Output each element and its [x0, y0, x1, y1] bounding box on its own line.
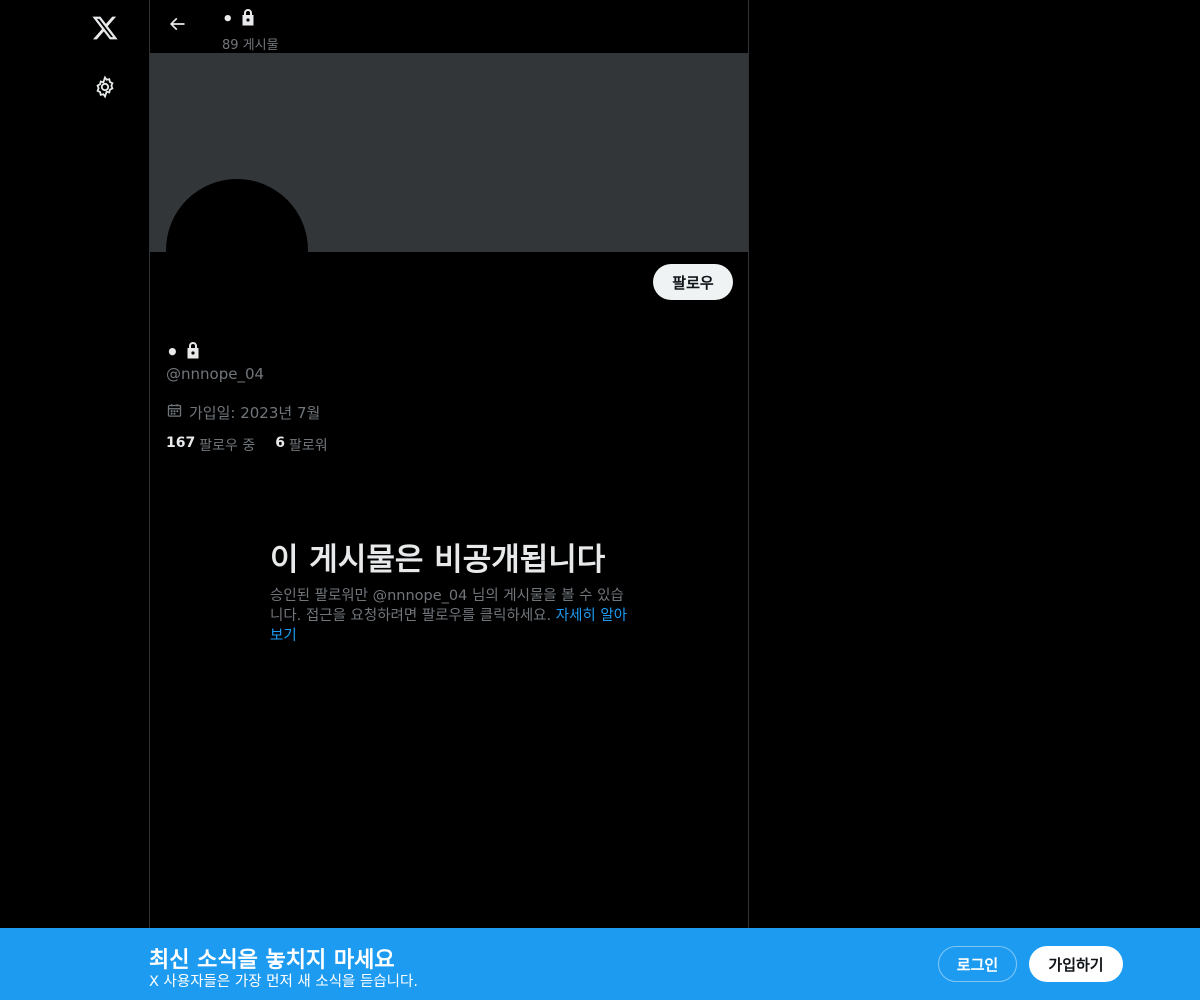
profile-column: • 89 게시물 팔로우 • @nnnope_04 가입일: 2023년 7월 … [149, 0, 749, 1000]
profile-display-name: • [166, 340, 201, 364]
private-title: 이 게시물은 비공개됩니다 [270, 542, 606, 578]
profile-header-bar: • 89 게시물 [150, 0, 748, 53]
signup-prompt-subtitle: X 사용자들은 가장 먼저 새 소식을 듣습니다. [149, 974, 418, 990]
calendar-icon [166, 402, 183, 423]
followers-label: 팔로워 [288, 438, 328, 454]
lock-icon [240, 8, 256, 31]
signup-prompt-bar: 최신 소식을 놓치지 마세요 X 사용자들은 가장 먼저 새 소식을 듣습니다.… [0, 928, 1200, 1000]
header-display-name: • [222, 7, 256, 31]
joined-date: 가입일: 2023년 7월 [166, 402, 320, 423]
joined-text: 가입일: 2023년 7월 [189, 404, 321, 422]
arrow-left-icon [167, 14, 187, 38]
private-account-notice: 이 게시물은 비공개됩니다 승인된 팔로워만 @nnnope_04 님의 게시물… [270, 540, 630, 646]
profile-handle: @nnnope_04 [166, 365, 265, 383]
following-link[interactable]: 167 팔로우 중 [166, 435, 255, 455]
followers-count: 6 [275, 435, 285, 451]
signup-button[interactable]: 가입하기 [1029, 946, 1123, 982]
left-nav [0, 0, 150, 1000]
profile-name-text: • [166, 340, 179, 364]
back-button[interactable] [159, 8, 195, 44]
x-logo-icon[interactable] [81, 4, 129, 52]
post-count: 89 게시물 [222, 38, 279, 53]
private-description: 승인된 팔로워만 @nnnope_04 님의 게시물을 볼 수 있습니다. 접근… [270, 586, 630, 646]
follow-button[interactable]: 팔로우 [653, 264, 733, 300]
lock-icon [185, 340, 201, 364]
login-button[interactable]: 로그인 [938, 946, 1017, 982]
gear-icon[interactable] [81, 63, 129, 111]
following-label: 팔로우 중 [199, 438, 256, 454]
followers-link[interactable]: 6 팔로워 [275, 435, 327, 455]
avatar[interactable] [166, 179, 308, 321]
header-name-text: • [222, 8, 234, 30]
follow-stats: 167 팔로우 중 6 팔로워 [166, 435, 328, 455]
following-count: 167 [166, 435, 196, 451]
